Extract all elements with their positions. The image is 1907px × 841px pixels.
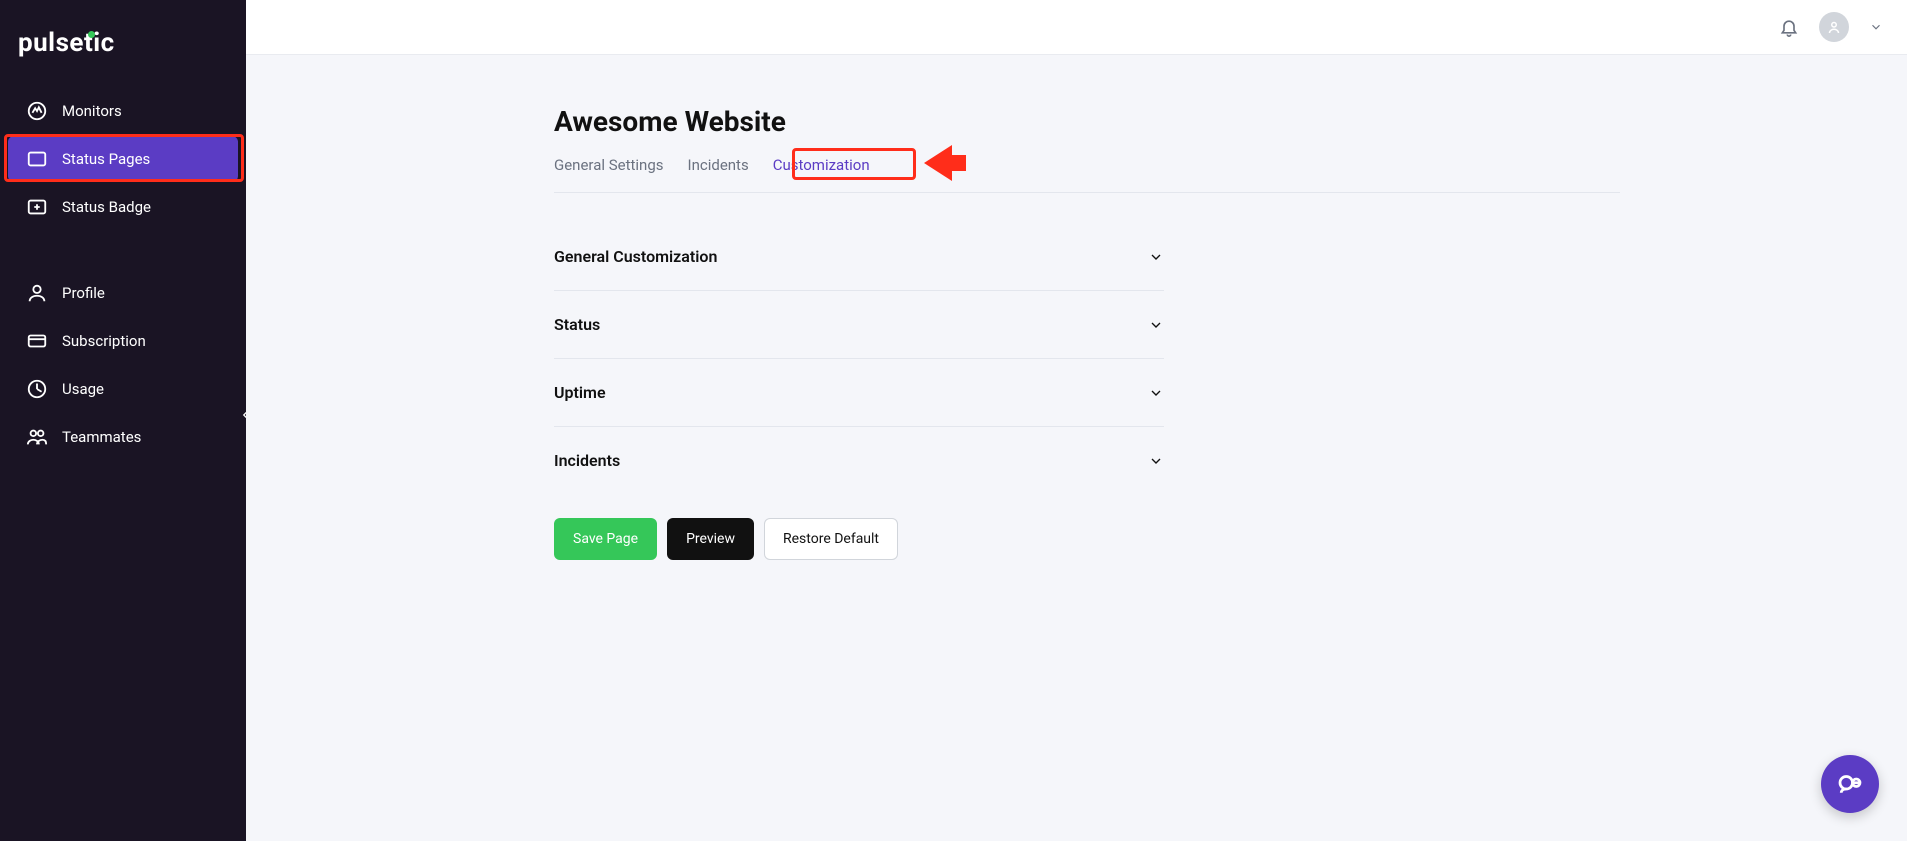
top-header [246,0,1907,55]
user-menu-toggle[interactable] [1869,20,1883,34]
section-uptime[interactable]: Uptime [554,359,1164,427]
save-page-button[interactable]: Save Page [554,518,657,560]
profile-icon [26,282,48,304]
subscription-icon [26,330,48,352]
tabs: General Settings Incidents Customization [554,156,1620,193]
tab-incidents[interactable]: Incidents [688,156,749,174]
sidebar-item-label: Status Pages [62,150,150,168]
sidebar-item-profile[interactable]: Profile [8,270,238,316]
chevron-down-icon [1148,385,1164,401]
notifications-button[interactable] [1779,17,1799,37]
section-title: Status [554,315,600,334]
teammates-icon [26,426,48,448]
sidebar-item-label: Teammates [62,428,141,446]
sidebar: pulsetic Monitors Status Pages Status Ba… [0,0,246,841]
sidebar-item-label: Monitors [62,102,122,120]
sidebar-item-usage[interactable]: Usage [8,366,238,412]
preview-button[interactable]: Preview [667,518,754,560]
status-pages-icon [26,148,48,170]
page-title: Awesome Website [554,105,1620,138]
sidebar-item-status-pages[interactable]: Status Pages [8,136,238,182]
sidebar-item-label: Profile [62,284,105,302]
chevron-down-icon [1148,249,1164,265]
sidebar-item-status-badge[interactable]: Status Badge [8,184,238,230]
sidebar-item-monitors[interactable]: Monitors [8,88,238,134]
section-status[interactable]: Status [554,291,1164,359]
section-general-customization[interactable]: General Customization [554,223,1164,291]
section-incidents[interactable]: Incidents [554,427,1164,494]
chevron-down-icon [1148,317,1164,333]
section-title: Incidents [554,451,620,470]
sidebar-item-label: Usage [62,380,104,398]
main-content: Awesome Website General Settings Inciden… [246,55,1907,841]
monitors-icon [26,100,48,122]
tutorial-arrow-icon [924,145,952,181]
sidebar-item-teammates[interactable]: Teammates [8,414,238,460]
brand-logo[interactable]: pulsetic [0,20,246,86]
chevron-down-icon [1148,453,1164,469]
status-dot-icon [88,31,95,38]
action-buttons: Save Page Preview Restore Default [554,518,1620,560]
tab-customization[interactable]: Customization [773,156,870,174]
brand-name: pulsetic [18,28,115,58]
customization-sections: General Customization Status Uptime Inci… [554,223,1164,494]
restore-default-button[interactable]: Restore Default [764,518,898,560]
sidebar-item-label: Subscription [62,332,146,350]
sidebar-secondary-nav: Profile Subscription Usage Teammates [0,270,246,460]
sidebar-item-subscription[interactable]: Subscription [8,318,238,364]
section-title: General Customization [554,247,717,266]
user-avatar[interactable] [1819,12,1849,42]
sidebar-primary-nav: Monitors Status Pages Status Badge [0,88,246,230]
status-badge-icon [26,196,48,218]
help-chat-button[interactable] [1821,755,1879,813]
usage-icon [26,378,48,400]
tab-general-settings[interactable]: General Settings [554,156,664,174]
section-title: Uptime [554,383,606,402]
sidebar-item-label: Status Badge [62,198,151,216]
